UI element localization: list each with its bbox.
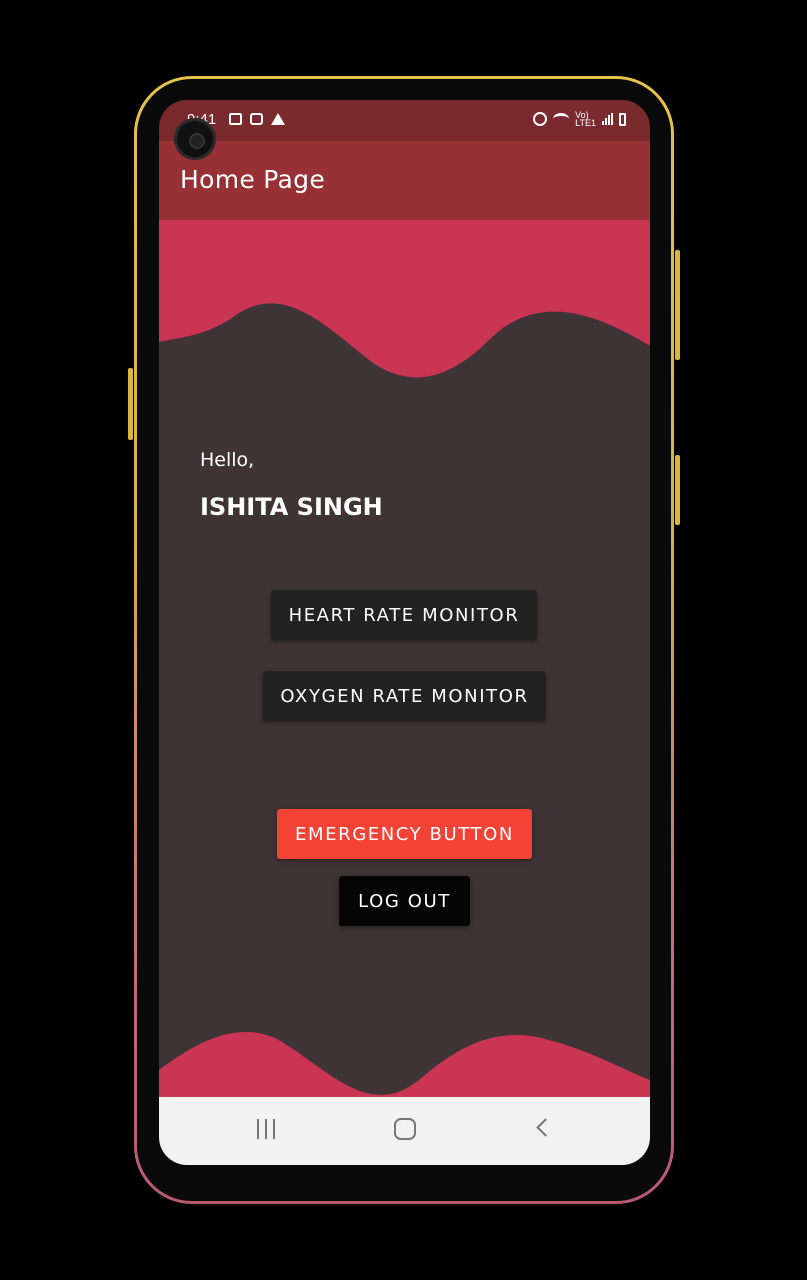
status-bar: 9:41 Vo) LTE1 (159, 100, 650, 141)
alarm-icon (533, 112, 548, 126)
wifi-icon (553, 113, 570, 125)
sd-card-icon (250, 113, 263, 125)
oxygen-rate-monitor-button[interactable]: OXYGEN RATE MONITOR (263, 671, 546, 721)
signal-icon (602, 113, 613, 125)
page-title: Home Page (180, 165, 325, 194)
heart-rate-monitor-button[interactable]: HEART RATE MONITOR (271, 590, 537, 640)
bixby-side-button (128, 368, 133, 440)
status-left-icons (229, 113, 285, 125)
volume-side-button (675, 250, 680, 360)
battery-icon (619, 112, 626, 126)
emergency-button[interactable]: EMERGENCY BUTTON (277, 809, 532, 859)
bottom-wave-decoration (159, 1031, 650, 1100)
home-icon[interactable] (394, 1118, 416, 1140)
image-icon (229, 113, 242, 125)
volte-icon: Vo) LTE1 (575, 110, 596, 128)
system-nav-bar (159, 1097, 650, 1165)
logout-button[interactable]: LOG OUT (339, 876, 470, 926)
recent-apps-icon[interactable] (257, 1119, 275, 1139)
app-bar: Home Page (159, 141, 650, 220)
status-right-icons: Vo) LTE1 (533, 110, 626, 128)
user-name: ISHITA SINGH (200, 493, 383, 521)
warning-icon (271, 113, 285, 125)
phone-screen: 9:41 Vo) LTE1 Home Page Hello, ISHITA SI… (159, 100, 650, 1165)
greeting-text: Hello, (200, 449, 255, 471)
power-side-button (675, 455, 680, 525)
top-wave-decoration (159, 220, 650, 378)
front-camera (174, 118, 216, 160)
back-icon[interactable] (536, 1118, 555, 1137)
